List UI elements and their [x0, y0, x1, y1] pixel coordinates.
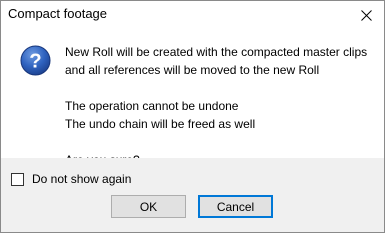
question-icon: ?: [20, 45, 51, 76]
message-text: New Roll will be created with the compac…: [65, 43, 367, 169]
do-not-show-label[interactable]: Do not show again: [32, 172, 131, 186]
message-line: New Roll will be created with the compac…: [65, 45, 368, 59]
svg-text:?: ?: [29, 50, 41, 72]
ok-button[interactable]: OK: [111, 195, 186, 218]
dialog-window: Compact footage ? New Roll will be creat…: [0, 0, 385, 233]
message-line: and all references will be moved to the …: [65, 63, 320, 77]
message-line: The operation cannot be undone: [65, 99, 239, 113]
do-not-show-checkbox[interactable]: [11, 172, 24, 186]
close-button[interactable]: [348, 1, 384, 30]
dialog-footer: Do not show again OK Cancel: [1, 158, 384, 232]
cancel-button[interactable]: Cancel: [198, 195, 273, 218]
message-line: The undo chain will be freed as well: [65, 117, 256, 131]
title-bar[interactable]: Compact footage: [1, 1, 384, 30]
do-not-show-option[interactable]: Do not show again: [11, 172, 131, 186]
close-icon: [360, 10, 372, 21]
window-title: Compact footage: [8, 6, 108, 21]
